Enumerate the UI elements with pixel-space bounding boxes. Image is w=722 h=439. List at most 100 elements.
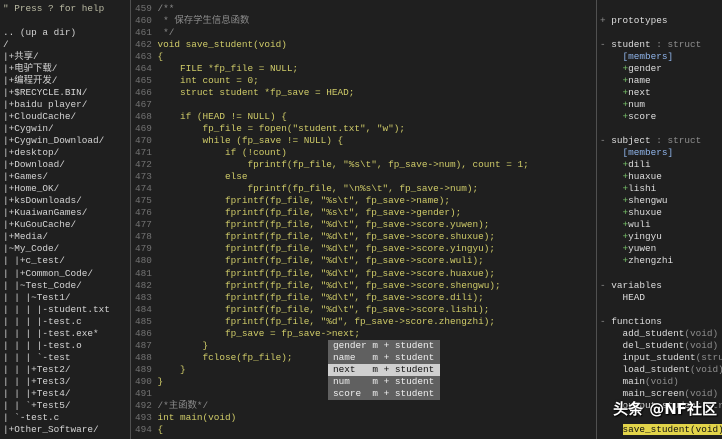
tagbar-tag[interactable]: +wuli xyxy=(600,219,722,231)
code-line[interactable]: 464 FILE *fp_file = NULL; xyxy=(135,63,594,75)
tree-node[interactable]: |+Media/ xyxy=(3,231,128,243)
completion-item-selected[interactable]: next m + student xyxy=(328,364,440,377)
code-text[interactable]: fprintf(fp_file, "%d\t", fp_save->score.… xyxy=(158,231,495,242)
code-text[interactable]: fprintf(fp_file, "%d\t", fp_save->score.… xyxy=(158,280,501,291)
tree-node[interactable]: | | | |-test.exe* xyxy=(3,328,128,340)
code-line[interactable]: 471 if (!count) xyxy=(135,147,594,159)
code-line[interactable]: 480 fprintf(fp_file, "%d\t", fp_save->sc… xyxy=(135,255,594,267)
tagbar-tag[interactable]: HEAD xyxy=(600,292,722,304)
code-text[interactable]: struct student *fp_save = HEAD; xyxy=(158,87,354,98)
tree-up-dir[interactable]: .. (up a dir) xyxy=(3,27,128,39)
code-text[interactable]: fp_file = fopen("student.txt", "w"); xyxy=(158,123,406,134)
tagbar-tag[interactable]: input_student(stru xyxy=(600,352,722,364)
tree-node[interactable]: |+KuaiwanGames/ xyxy=(3,207,128,219)
vertical-split-separator[interactable] xyxy=(130,0,131,439)
code-text[interactable]: fprintf(fp_file, "%d\t", fp_save->score.… xyxy=(158,243,495,254)
code-line[interactable]: 477 fprintf(fp_file, "%d\t", fp_save->sc… xyxy=(135,219,594,231)
tagbar-tag[interactable]: +shuxue xyxy=(600,207,722,219)
vertical-split-separator[interactable] xyxy=(596,0,597,439)
code-line[interactable]: 476 fprintf(fp_file, "%s\t", fp_save->ge… xyxy=(135,207,594,219)
code-line[interactable]: 483 fprintf(fp_file, "%d\t", fp_save->sc… xyxy=(135,292,594,304)
code-text[interactable]: fprintf(fp_file, "%s\t", fp_save->gender… xyxy=(158,207,461,218)
code-line[interactable]: 492 /*主函数*/ xyxy=(135,400,594,412)
code-text[interactable]: fprintf(fp_file, "%d\t", fp_save->score.… xyxy=(158,304,489,315)
code-text[interactable]: if (!count) xyxy=(158,147,287,158)
code-line[interactable]: 463 { xyxy=(135,51,594,63)
tree-node[interactable]: |+Download/ xyxy=(3,159,128,171)
completion-popup-menu[interactable]: gender m + student name m + student next m + studen… xyxy=(328,340,440,401)
code-line[interactable]: 466 struct student *fp_save = HEAD; xyxy=(135,87,594,99)
tree-node[interactable]: |+desktop/ xyxy=(3,147,128,159)
tree-node[interactable]: |+CloudCache/ xyxy=(3,111,128,123)
tagbar-tag[interactable]: +dili xyxy=(600,159,722,171)
tree-node[interactable]: | | |+Test2/ xyxy=(3,364,128,376)
code-text[interactable]: fprintf(fp_file, "%d\t", fp_save->score.… xyxy=(158,268,495,279)
tree-node[interactable]: | `-test.c xyxy=(3,412,128,424)
tree-node[interactable]: |+Games/ xyxy=(3,171,128,183)
tree-node[interactable]: | | | `-test xyxy=(3,352,128,364)
tree-node[interactable]: | | |+Test4/ xyxy=(3,388,128,400)
code-text[interactable]: FILE *fp_file = NULL; xyxy=(158,63,298,74)
code-text[interactable]: } xyxy=(158,340,209,351)
tree-node[interactable]: | |+c_test/ xyxy=(3,255,128,267)
comment-text[interactable]: * 保存学生信息函数 xyxy=(158,15,249,26)
fold-open-icon[interactable]: - xyxy=(600,280,606,291)
tagbar-tag[interactable]: +zhengzhi xyxy=(600,255,722,267)
tree-node[interactable]: | | | |-test.c xyxy=(3,316,128,328)
tagbar-tag[interactable]: del_student(void) xyxy=(600,340,722,352)
completion-item[interactable]: name m + student xyxy=(328,352,440,364)
tagbar-tag[interactable]: +name xyxy=(600,75,722,87)
code-line[interactable]: 472 fprintf(fp_file, "%s\t", fp_save->nu… xyxy=(135,159,594,171)
completion-item[interactable]: gender m + student xyxy=(328,340,440,352)
nerdtree-file-tree-pane[interactable]: " Press ? for help .. (up a dir) / |+共享/|+电… xyxy=(3,3,128,439)
code-text[interactable]: } xyxy=(158,376,164,387)
tagbar-tag[interactable]: +num xyxy=(600,99,722,111)
tagbar-tag[interactable]: +next xyxy=(600,87,722,99)
code-text[interactable]: int count = 0; xyxy=(158,75,259,86)
comment-text[interactable]: /*主函数*/ xyxy=(158,400,209,411)
code-text[interactable]: { xyxy=(158,51,164,62)
code-line[interactable]: 485 fprintf(fp_file, "%d", fp_save->scor… xyxy=(135,316,594,328)
code-text[interactable]: fprintf(fp_file, "%d\t", fp_save->score.… xyxy=(158,255,484,266)
fold-closed-icon[interactable]: + xyxy=(600,15,606,26)
code-line[interactable]: 486 fp_save = fp_save->next; xyxy=(135,328,594,340)
code-line[interactable]: 484 fprintf(fp_file, "%d\t", fp_save->sc… xyxy=(135,304,594,316)
code-text[interactable]: fprintf(fp_file, "%d\t", fp_save->score.… xyxy=(158,292,484,303)
tree-node[interactable]: |+KuGouCache/ xyxy=(3,219,128,231)
tagbar-tag[interactable]: +huaxue xyxy=(600,171,722,183)
fold-open-icon[interactable]: - xyxy=(600,39,606,50)
tree-node[interactable]: |+baidu player/ xyxy=(3,99,128,111)
tree-node[interactable]: | | | |-test.o xyxy=(3,340,128,352)
tree-node[interactable]: |~My_Code/ xyxy=(3,243,128,255)
code-text[interactable]: { xyxy=(158,424,164,435)
tree-node[interactable]: | | `+Test5/ xyxy=(3,400,128,412)
completion-item[interactable]: score m + student xyxy=(328,388,440,400)
code-line[interactable]: 469 fp_file = fopen("student.txt", "w"); xyxy=(135,123,594,135)
tagbar-tag[interactable]: +yuwen xyxy=(600,243,722,255)
tree-node[interactable]: | |+Common_Code/ xyxy=(3,268,128,280)
tree-node[interactable]: | |~Test_Code/ xyxy=(3,280,128,292)
code-line[interactable]: 481 fprintf(fp_file, "%d\t", fp_save->sc… xyxy=(135,268,594,280)
tagbar-tag[interactable]: add_student(void) xyxy=(600,328,722,340)
code-line[interactable]: 494 { xyxy=(135,424,594,436)
tagbar-tag[interactable]: load_student(void) xyxy=(600,364,722,376)
code-text[interactable]: fprintf(fp_file, "%s\t", fp_save->num), … xyxy=(158,159,529,170)
code-line[interactable]: 493 int main(void) xyxy=(135,412,594,424)
code-text[interactable]: else xyxy=(158,171,248,182)
tagbar-kind-header[interactable]: - functions xyxy=(600,316,722,328)
tagbar-tag[interactable]: main(void) xyxy=(600,376,722,388)
code-line[interactable]: 475 fprintf(fp_file, "%s\t", fp_save->na… xyxy=(135,195,594,207)
code-line[interactable]: 461 */ xyxy=(135,27,594,39)
tree-node[interactable]: |+编程开发/ xyxy=(3,75,128,87)
tagbar-tag[interactable]: +shengwu xyxy=(600,195,722,207)
tree-node[interactable]: | | |+Test3/ xyxy=(3,376,128,388)
code-line[interactable]: 462 void save_student(void) xyxy=(135,39,594,51)
tree-node[interactable]: |+电驴下载/ xyxy=(3,63,128,75)
code-line[interactable]: 479 fprintf(fp_file, "%d\t", fp_save->sc… xyxy=(135,243,594,255)
code-line[interactable]: 467 xyxy=(135,99,594,111)
code-text[interactable]: fprintf(fp_file, "\n%s\t", fp_save->num)… xyxy=(158,183,479,194)
tree-node[interactable]: |+ksDownloads/ xyxy=(3,195,128,207)
code-line[interactable]: 465 int count = 0; xyxy=(135,75,594,87)
tagbar-tag[interactable]: save_student(void) xyxy=(600,424,722,436)
code-text[interactable]: fp_save = fp_save->next; xyxy=(158,328,360,339)
